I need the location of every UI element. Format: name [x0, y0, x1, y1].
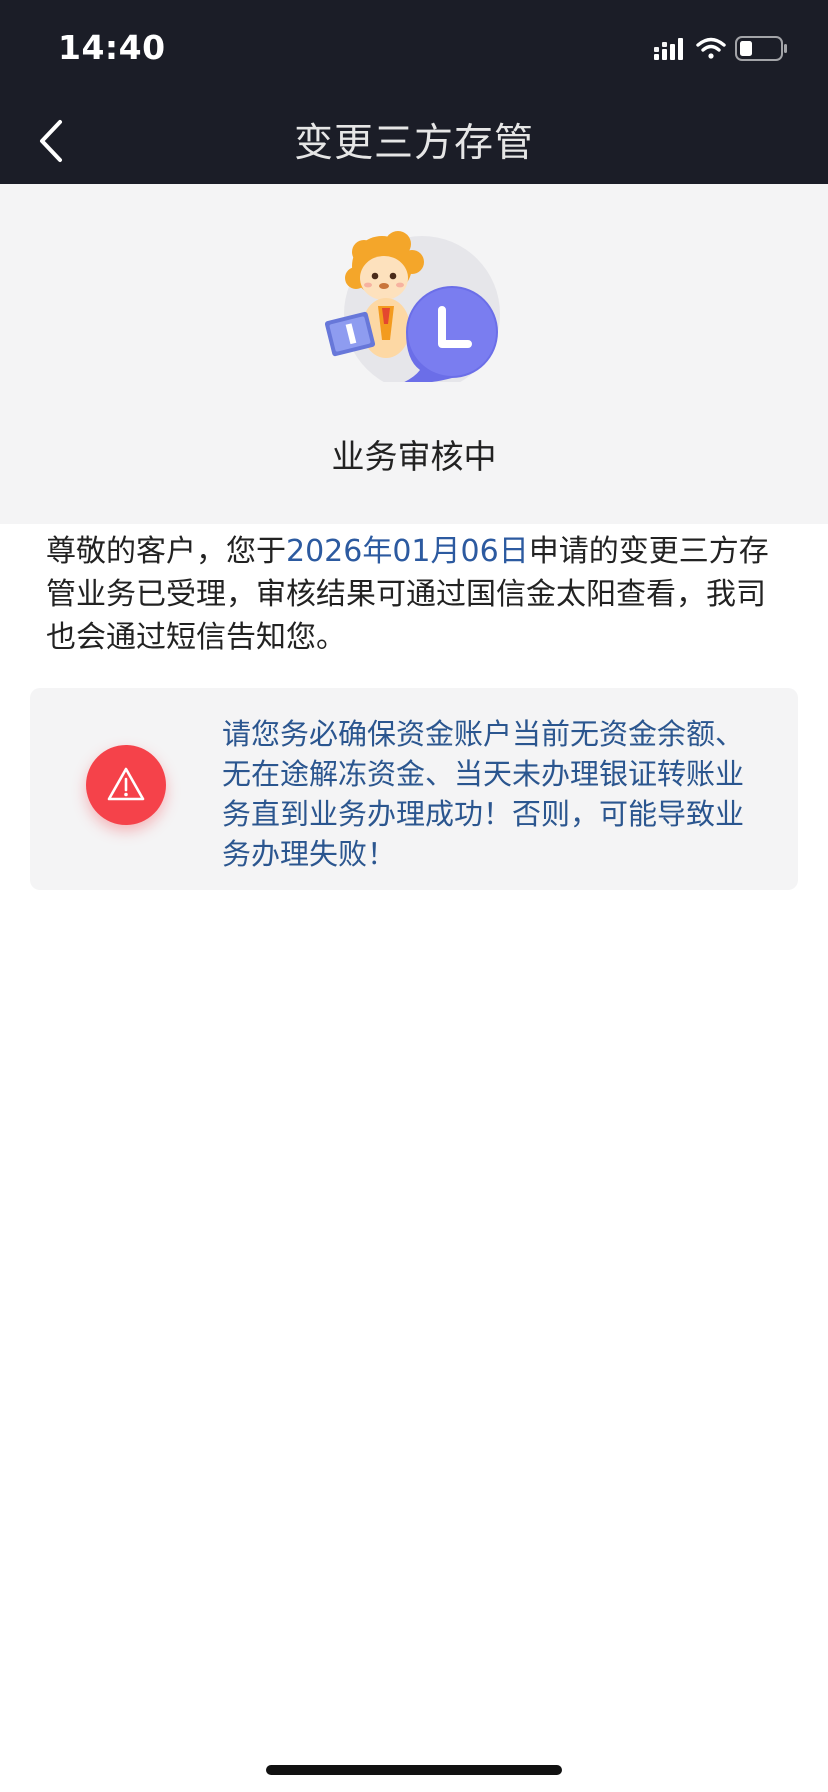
- review-status-label: 业务审核中: [331, 437, 497, 476]
- warning-triangle-icon: [107, 767, 145, 801]
- battery-icon: [735, 36, 787, 61]
- page-title: 变更三方存管: [293, 121, 534, 166]
- warning-text: 请您务必确保资金账户当前无资金余额、无在途解冻资金、当天未办理银证转账业务直到业…: [222, 717, 745, 871]
- acceptance-message: 尊敬的客户，您于2026年01月06日申请的变更三方存管业务已受理，审核结果可通…: [46, 530, 788, 659]
- lion-mascot-clock-illustration: [324, 231, 500, 382]
- cellular-signal-icon: [654, 38, 683, 60]
- wifi-icon: [696, 37, 726, 59]
- review-status-panel: 业务审核中: [0, 184, 828, 524]
- home-indicator[interactable]: [266, 1765, 562, 1775]
- warning-badge: [86, 745, 166, 825]
- status-time: 14:40: [58, 28, 166, 67]
- top-bar: 14:40 变更三方存管: [0, 0, 828, 184]
- status-icons: [654, 36, 787, 61]
- warning-notice: 请您务必确保资金账户当前无资金余额、无在途解冻资金、当天未办理银证转账业务直到业…: [30, 688, 798, 890]
- application-date: 2026年01月06日: [286, 534, 529, 569]
- message-prefix: 尊敬的客户，您于: [46, 534, 286, 569]
